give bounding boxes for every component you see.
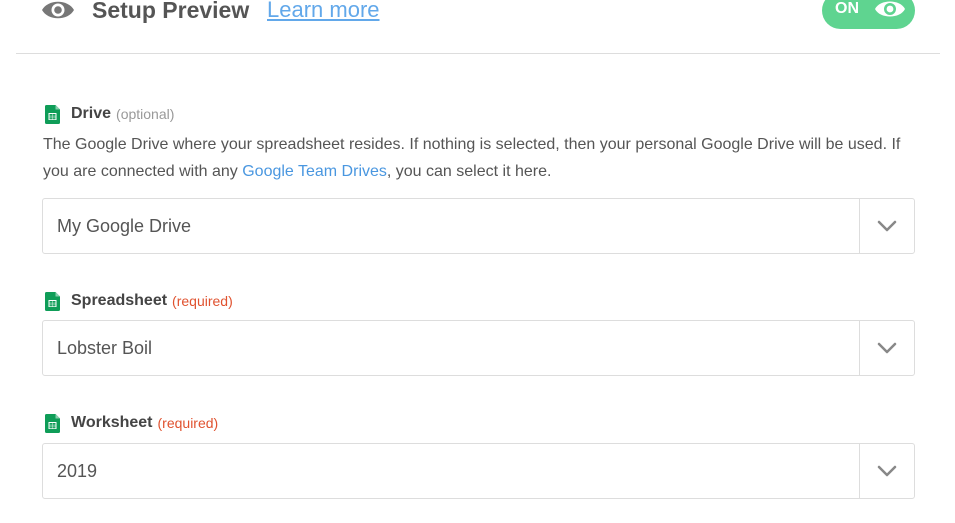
page-title: Setup Preview: [92, 0, 250, 23]
chevron-down-icon: [877, 220, 897, 232]
learn-more-link[interactable]: Learn more: [267, 0, 380, 26]
toggle-label: ON: [835, 0, 859, 17]
spreadsheet-select[interactable]: Lobster Boil: [42, 320, 915, 376]
drive-help-text: The Google Drive where your spreadsheet …: [43, 131, 913, 185]
setup-preview-header: Setup Preview Learn more ON: [0, 0, 955, 54]
spreadsheet-select-value: Lobster Boil: [57, 338, 153, 358]
drive-select-value: My Google Drive: [57, 216, 192, 236]
google-team-drives-link[interactable]: Google Team Drives: [242, 163, 387, 180]
drive-dropdown-toggle[interactable]: [860, 199, 914, 253]
spreadsheet-label-row: Spreadsheet (required): [45, 291, 233, 311]
worksheet-label: Worksheet: [71, 414, 153, 431]
worksheet-select-value: 2019: [57, 461, 98, 481]
chevron-down-icon: [877, 342, 897, 354]
setup-preview-page: Setup Preview Learn more ON Drive (optio…: [0, 0, 955, 523]
drive-help-text-end: , you can select it here.: [386, 163, 552, 180]
spreadsheet-dropdown-toggle[interactable]: [860, 321, 914, 375]
chevron-down-icon: [877, 465, 897, 477]
required-tag: (required): [157, 415, 219, 431]
spreadsheet-label: Spreadsheet: [71, 292, 168, 309]
optional-tag: (optional): [116, 106, 175, 122]
worksheet-select[interactable]: 2019: [42, 443, 915, 499]
drive-select[interactable]: My Google Drive: [42, 198, 915, 254]
eye-icon: [875, 1, 905, 17]
worksheet-dropdown-toggle[interactable]: [860, 444, 914, 498]
preview-toggle[interactable]: ON: [822, 0, 915, 29]
required-tag: (required): [172, 293, 233, 309]
header-divider: [16, 53, 940, 54]
drive-label-row: Drive (optional): [45, 104, 174, 124]
google-sheets-icon: [45, 413, 60, 433]
google-sheets-icon: [45, 291, 60, 311]
google-sheets-icon: [45, 104, 60, 124]
drive-label: Drive: [71, 105, 112, 122]
eye-icon: [42, 1, 74, 19]
worksheet-label-row: Worksheet (required): [45, 413, 218, 433]
